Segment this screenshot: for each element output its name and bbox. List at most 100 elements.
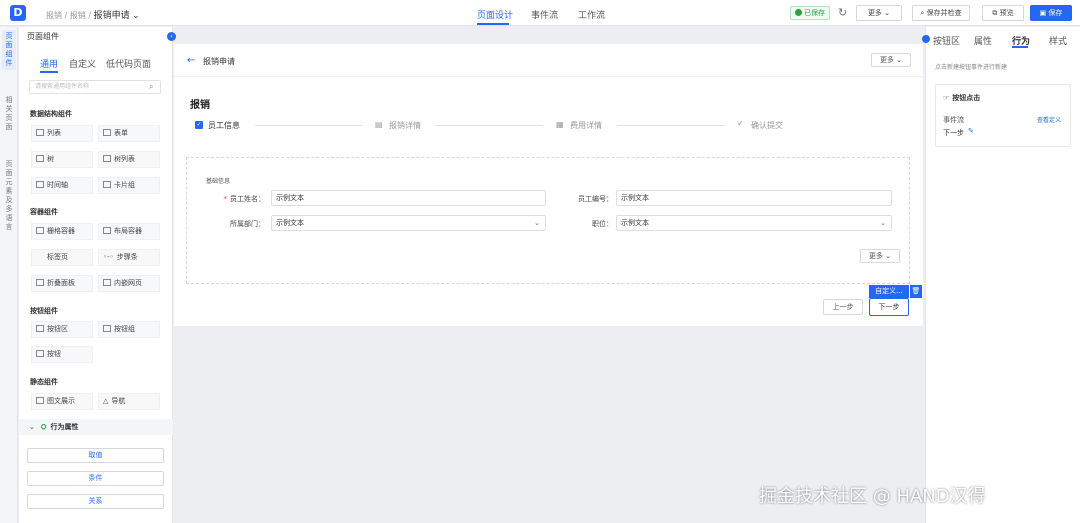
image-icon: [36, 397, 44, 404]
save-and-check-button[interactable]: ⌕ 保存并检查: [912, 5, 970, 21]
position-select[interactable]: 示例文本 ⌄: [616, 215, 892, 231]
component-grid-container[interactable]: 栅格容器: [31, 223, 93, 240]
tab-page-design[interactable]: 页面设计: [477, 8, 513, 21]
tab-custom[interactable]: 自定义: [69, 57, 96, 70]
step-confirm-submit[interactable]: 确认提交: [751, 120, 783, 131]
tab-general[interactable]: 通用: [40, 57, 58, 70]
canvas-more-button[interactable]: 更多 ⌄: [871, 53, 911, 67]
collapse-panel-icon[interactable]: ‹: [167, 32, 176, 41]
preview-icon: ⧉: [992, 9, 998, 17]
expand-panel-icon[interactable]: [922, 35, 930, 43]
save-button[interactable]: ▣ 保存: [1030, 5, 1072, 21]
component-tab-page[interactable]: 标签页: [31, 249, 93, 266]
step-reimbursement-detail[interactable]: 报销详情: [389, 120, 421, 131]
app-logo[interactable]: D: [10, 5, 26, 21]
action-relation-button[interactable]: 关系: [27, 494, 164, 509]
breadcrumb: 报销 / 报销 / 报销申请 ⌄: [46, 8, 140, 21]
search-icon[interactable]: ⌕: [149, 82, 153, 92]
page-title: 报销申请: [203, 57, 235, 66]
department-select[interactable]: 示例文本 ⌄: [271, 215, 546, 231]
chevron-down-icon[interactable]: ⌄: [132, 11, 140, 21]
component-button[interactable]: 按钮: [31, 346, 93, 363]
field-label-position: 职位：: [592, 220, 613, 228]
saved-status-label: 已保存: [804, 9, 825, 17]
component-button-group[interactable]: 按钮组: [98, 321, 160, 338]
field-label-text: 员工姓名：: [230, 195, 265, 203]
tab-style[interactable]: 样式: [1049, 34, 1067, 47]
step-employee-info[interactable]: 员工信息: [208, 120, 240, 131]
back-arrow-icon[interactable]: ←: [187, 55, 195, 66]
form-more-button[interactable]: 更多 ⌄: [860, 249, 900, 263]
component-tree[interactable]: 树: [31, 151, 93, 168]
field-label-department: 所属部门：: [230, 220, 265, 228]
tab-lowcode-pages[interactable]: 低代码页面: [106, 57, 151, 70]
group-title-static: 静态组件: [30, 378, 58, 386]
vtab-related-pages[interactable]: 相关页面: [4, 96, 14, 132]
tab-button-area[interactable]: 按钮区: [933, 34, 960, 47]
vtab-page-elements-i18n[interactable]: 页面元素及多语言: [4, 160, 14, 232]
chevron-down-icon: ⌄: [885, 252, 892, 260]
view-definition-link[interactable]: 查看定义: [1037, 115, 1061, 124]
save-label: 保存: [1048, 9, 1063, 17]
component-form[interactable]: 表单: [98, 125, 160, 142]
group-title-container: 容器组件: [30, 208, 58, 216]
component-card-group[interactable]: 卡片组: [98, 177, 160, 194]
employee-name-input[interactable]: 示例文本: [271, 190, 546, 206]
required-asterisk: *: [223, 195, 228, 203]
event-card-title-text: 按钮点击: [952, 94, 981, 102]
edit-icon[interactable]: ✎: [968, 127, 974, 135]
component-steps[interactable]: ◦-◦ 步骤条: [98, 249, 160, 266]
component-button-area[interactable]: 按钮区: [31, 321, 93, 338]
section-title: 报销: [190, 100, 210, 111]
component-tree-list[interactable]: 树列表: [98, 151, 160, 168]
group-title-data: 数据结构组件: [30, 110, 72, 118]
component-search-input[interactable]: 请搜索通用组件名称: [29, 80, 161, 94]
component-label: 内嵌网页: [114, 279, 142, 287]
behavior-icon: ⛭: [40, 423, 47, 431]
navigation-icon: △: [103, 397, 109, 405]
collapse-icon: [36, 279, 44, 286]
prev-step-button[interactable]: 上一步: [823, 299, 863, 315]
component-label: 时间轴: [47, 181, 68, 189]
action-condition-button[interactable]: 条件: [27, 471, 164, 486]
preview-button[interactable]: ⧉ 预览: [982, 5, 1024, 21]
canvas-more-label: 更多: [879, 56, 894, 64]
component-layout-container[interactable]: 布局容器: [98, 223, 160, 240]
breadcrumb-current[interactable]: 报销申请: [94, 11, 130, 21]
breadcrumb-item-1[interactable]: 报销: [46, 11, 62, 20]
component-label: 卡片组: [114, 181, 135, 189]
timeline-icon: [36, 181, 44, 188]
chevron-down-icon: ⌄: [884, 9, 891, 17]
trash-icon[interactable]: 🗑: [910, 285, 922, 298]
step-connector: [435, 125, 543, 126]
employee-id-input[interactable]: 示例文本: [616, 190, 892, 206]
behavior-section-header[interactable]: ⌄ ⛭ 行为属性: [19, 419, 173, 435]
component-nav[interactable]: △ 导航: [98, 393, 160, 410]
active-tab-indicator: [477, 23, 509, 25]
selected-component-tag[interactable]: 自定义...: [869, 285, 909, 298]
refresh-icon[interactable]: ↻: [838, 6, 847, 19]
component-timeline[interactable]: 时间轴: [31, 177, 93, 194]
component-image-text[interactable]: 图文展示: [31, 393, 93, 410]
breadcrumb-item-2[interactable]: 报销: [70, 11, 86, 20]
more-dropdown-label: 更多: [867, 9, 882, 17]
active-tab-indicator: [1012, 46, 1028, 48]
list-icon: [36, 129, 44, 136]
more-dropdown-button[interactable]: 更多 ⌄: [856, 5, 902, 21]
tree-icon: [36, 155, 44, 162]
tab-event-flow[interactable]: 事件流: [531, 8, 558, 21]
form-icon: [103, 129, 111, 136]
tab-workflow[interactable]: 工作流: [578, 8, 605, 21]
component-list[interactable]: 列表: [31, 125, 93, 142]
next-step-button[interactable]: 下一步: [869, 298, 909, 316]
form-more-label: 更多: [868, 252, 883, 260]
action-get-value-button[interactable]: 取值: [27, 448, 164, 463]
step-expense-detail[interactable]: 费用详情: [570, 120, 602, 131]
card-icon: [103, 181, 111, 188]
event-card-title: ☞ 按钮点击: [943, 93, 980, 103]
vtab-page-components[interactable]: 页面组件: [2, 30, 16, 70]
layout-icon: [103, 227, 111, 234]
component-collapse-panel[interactable]: 折叠面板: [31, 275, 93, 292]
tab-properties[interactable]: 属性: [974, 34, 992, 47]
component-iframe[interactable]: 内嵌网页: [98, 275, 160, 292]
